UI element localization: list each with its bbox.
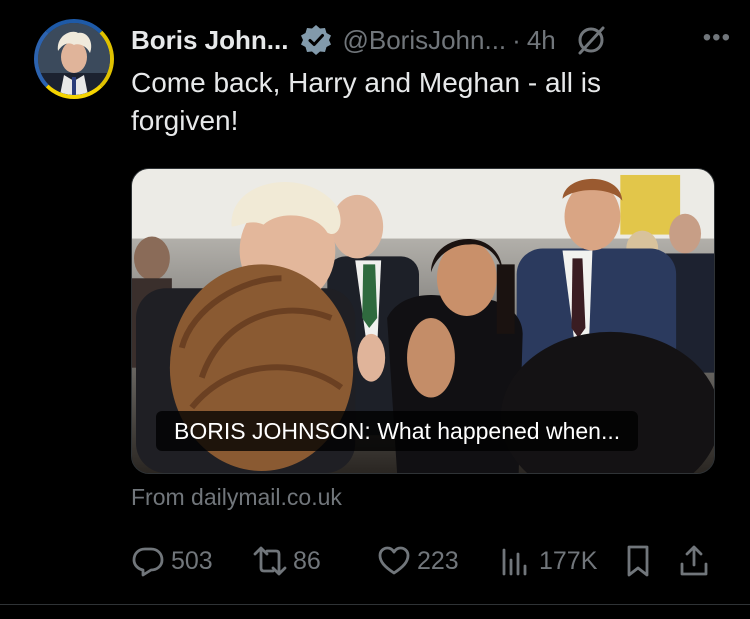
repost-icon <box>253 546 287 576</box>
card-caption: BORIS JOHNSON: What happened when... <box>156 411 639 451</box>
verified-badge-icon[interactable] <box>300 24 332 56</box>
bookmark-icon <box>627 545 649 577</box>
action-bar: 503 86 223 177K <box>131 540 715 582</box>
reply-count: 503 <box>171 546 213 575</box>
heart-icon <box>378 546 410 575</box>
like-button[interactable]: 223 <box>377 540 459 582</box>
author-name[interactable]: Boris John... <box>131 25 288 56</box>
bookmark-button[interactable] <box>621 540 655 582</box>
separator-dot: · <box>512 24 521 55</box>
tweet-text: Come back, Harry and Meghan - all is for… <box>131 67 601 136</box>
avatar-image <box>38 23 110 95</box>
avatar[interactable] <box>34 19 114 99</box>
link-card[interactable]: BORIS JOHNSON: What happened when... <box>131 168 715 474</box>
repost-button[interactable]: 86 <box>253 540 321 582</box>
tweet-header: Boris John... @BorisJohn... · 4h ••• <box>131 20 731 60</box>
views-count: 177K <box>539 546 598 575</box>
grok-icon[interactable] <box>574 23 608 57</box>
share-icon <box>680 545 708 576</box>
reply-button[interactable]: 503 <box>131 540 213 582</box>
views-button[interactable]: 177K <box>499 540 597 582</box>
divider <box>0 604 750 605</box>
reply-icon <box>132 547 164 577</box>
author-handle[interactable]: @BorisJohn... <box>342 25 506 56</box>
share-button[interactable] <box>677 540 711 582</box>
timestamp[interactable]: 4h <box>527 25 556 56</box>
views-chart-icon <box>502 548 527 576</box>
like-count: 223 <box>417 546 459 575</box>
tweet[interactable]: Boris John... @BorisJohn... · 4h ••• Com… <box>0 0 750 619</box>
more-options-icon[interactable]: ••• <box>703 24 731 52</box>
card-source[interactable]: From dailymail.co.uk <box>131 484 342 511</box>
repost-count: 86 <box>293 546 321 575</box>
